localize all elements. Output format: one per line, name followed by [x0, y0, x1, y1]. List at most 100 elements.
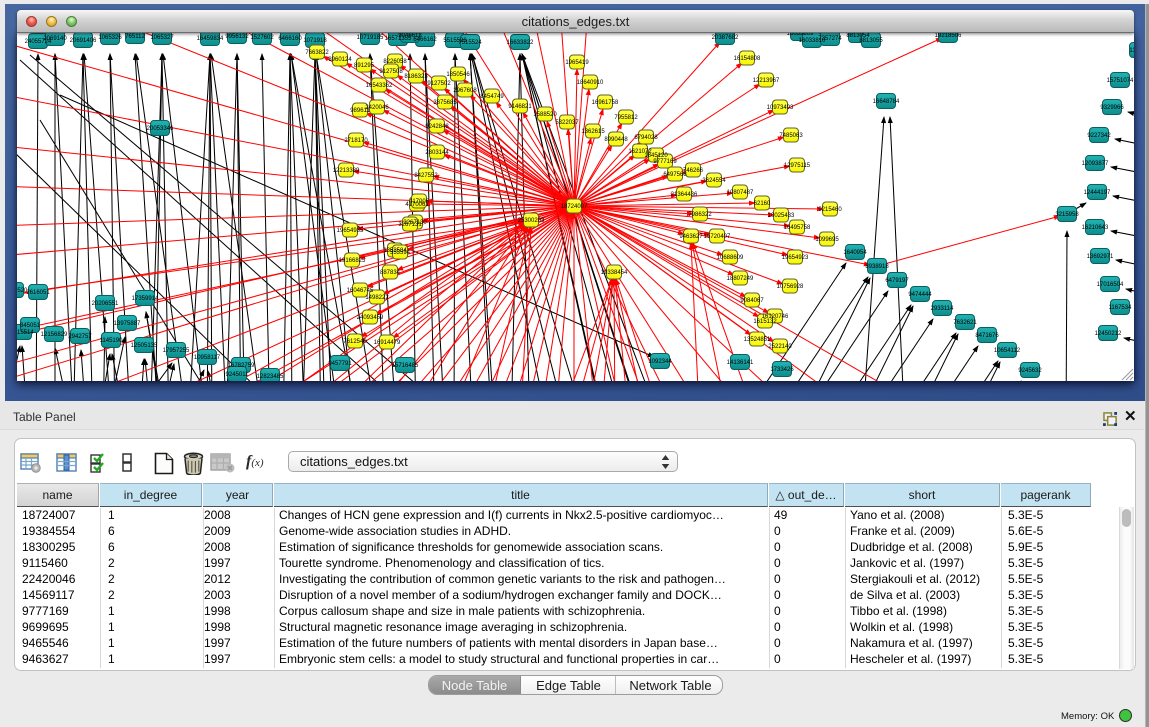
svg-text:9127508: 9127508	[379, 69, 403, 75]
svg-text:1527602: 1527602	[250, 35, 274, 41]
svg-text:2967608: 2967608	[453, 88, 477, 94]
svg-text:13524851: 13524851	[744, 337, 771, 343]
svg-text:9215460: 9215460	[818, 207, 842, 213]
svg-text:16633822: 16633822	[507, 40, 534, 46]
svg-text:6794028: 6794028	[634, 135, 658, 141]
svg-text:1167534: 1167534	[1109, 305, 1133, 311]
svg-text:9127502: 9127502	[427, 81, 451, 87]
svg-text:2522140: 2522140	[768, 344, 792, 350]
svg-text:19166825: 19166825	[339, 258, 366, 264]
svg-text:19338454: 19338454	[601, 270, 628, 276]
svg-text:1733426: 1733426	[770, 367, 794, 373]
svg-text:17957255: 17957255	[163, 348, 190, 354]
svg-text:20053346: 20053346	[147, 126, 174, 132]
svg-text:9245011: 9245011	[226, 372, 250, 378]
svg-text:16046745: 16046745	[347, 288, 374, 294]
svg-text:10807487: 10807487	[727, 190, 754, 196]
svg-text:12505135: 12505135	[131, 343, 158, 349]
svg-text:15716485: 15716485	[392, 363, 419, 369]
svg-text:19218506: 19218506	[935, 33, 962, 39]
svg-text:16961758: 16961758	[592, 100, 619, 106]
svg-text:16033809: 16033809	[787, 33, 814, 37]
svg-text:7515524: 7515524	[458, 40, 482, 46]
svg-text:16914479: 16914479	[374, 340, 401, 346]
svg-text:19654935: 19654935	[337, 228, 364, 234]
svg-text:9777169: 9777169	[653, 159, 677, 165]
svg-text:111213: 111213	[1129, 48, 1134, 54]
svg-text:9245632: 9245632	[1018, 368, 1042, 374]
svg-text:7955812: 7955812	[614, 115, 638, 121]
svg-text:10958117: 10958117	[194, 355, 221, 361]
svg-text:16543362: 16543362	[366, 83, 393, 89]
svg-text:20206551: 20206551	[92, 301, 119, 307]
svg-text:989611: 989611	[350, 108, 370, 114]
svg-text:887834: 887834	[380, 270, 401, 276]
svg-text:5322037: 5322037	[555, 120, 579, 126]
svg-text:10688609: 10688609	[717, 255, 744, 261]
svg-text:2069140: 2069140	[43, 36, 67, 42]
svg-text:12156829: 12156829	[41, 332, 68, 338]
svg-text:20387682: 20387682	[712, 35, 739, 41]
svg-text:8454749: 8454749	[480, 94, 504, 100]
svg-text:765112: 765112	[125, 34, 145, 40]
svg-text:62160: 62160	[754, 201, 771, 207]
svg-text:8427552: 8427552	[414, 173, 438, 179]
svg-text:8471676: 8471676	[975, 333, 999, 339]
svg-text:3875685: 3875685	[433, 100, 457, 106]
svg-text:16154808: 16154808	[734, 56, 761, 62]
svg-text:9242848: 9242848	[425, 124, 449, 130]
svg-text:1588520: 1588520	[533, 112, 557, 118]
svg-text:1850546: 1850546	[446, 72, 470, 78]
svg-text:7612540: 7612540	[343, 339, 367, 345]
svg-text:13692971: 13692971	[1087, 254, 1114, 260]
svg-text:12444197: 12444197	[1084, 190, 1111, 196]
svg-text:2803144: 2803144	[425, 150, 449, 156]
svg-text:553594: 553594	[390, 250, 411, 256]
svg-text:6466160: 6466160	[278, 36, 302, 42]
svg-text:2718170: 2718170	[344, 138, 368, 144]
svg-text:15751074: 15751074	[1107, 78, 1134, 84]
svg-text:3267131: 3267131	[398, 222, 422, 228]
svg-text:9329966: 9329966	[1100, 105, 1124, 111]
svg-text:24093459: 24093459	[357, 315, 384, 321]
svg-text:7632621: 7632621	[953, 320, 977, 326]
svg-text:9956132: 9956132	[225, 34, 249, 40]
svg-text:9146821: 9146821	[508, 104, 532, 110]
svg-text:20691406: 20691406	[70, 38, 97, 44]
svg-text:1071918: 1071918	[303, 38, 327, 44]
svg-text:1615132: 1615132	[753, 319, 777, 325]
svg-text:1065327: 1065327	[150, 35, 174, 41]
svg-text:1362615: 1362615	[581, 129, 605, 135]
svg-text:15720407: 15720407	[704, 234, 731, 240]
svg-text:6479197: 6479197	[885, 278, 909, 284]
svg-text:16648784: 16648784	[873, 99, 900, 105]
svg-text:18724007: 18724007	[561, 204, 588, 210]
svg-text:14136141: 14136141	[727, 360, 754, 366]
svg-text:3215958: 3215958	[1055, 212, 1079, 218]
svg-text:10756928: 10756928	[777, 284, 804, 290]
svg-text:8938918: 8938918	[865, 264, 889, 270]
svg-text:9227342: 9227342	[1087, 133, 1111, 139]
svg-text:13975887: 13975887	[114, 321, 141, 327]
svg-text:8990448: 8990448	[604, 137, 628, 143]
svg-text:3624554: 3624554	[702, 178, 726, 184]
svg-text:3915514: 3915514	[17, 330, 34, 336]
svg-text:1640954: 1640954	[843, 250, 867, 256]
svg-text:746266: 746266	[683, 168, 704, 174]
svg-text:1092344: 1092344	[648, 359, 672, 365]
svg-text:9474444: 9474444	[908, 292, 932, 298]
svg-text:16782759: 16782759	[228, 363, 255, 369]
svg-text:16459834: 16459834	[197, 36, 224, 42]
svg-text:17016504: 17016504	[1097, 282, 1124, 288]
svg-text:7357274: 7357274	[818, 36, 842, 42]
svg-text:9046613: 9046613	[398, 33, 422, 39]
svg-text:8226058: 8226058	[383, 59, 407, 65]
svg-text:16495758: 16495758	[784, 225, 811, 231]
svg-text:1145190: 1145190	[100, 338, 124, 344]
svg-text:10973493: 10973493	[767, 105, 794, 111]
svg-text:12093877: 12093877	[1082, 161, 1109, 167]
svg-text:25300203: 25300203	[518, 218, 545, 224]
svg-text:10719185: 10719185	[357, 35, 384, 41]
svg-text:8960124: 8960124	[328, 57, 352, 63]
svg-text:10654112: 10654112	[994, 348, 1021, 354]
